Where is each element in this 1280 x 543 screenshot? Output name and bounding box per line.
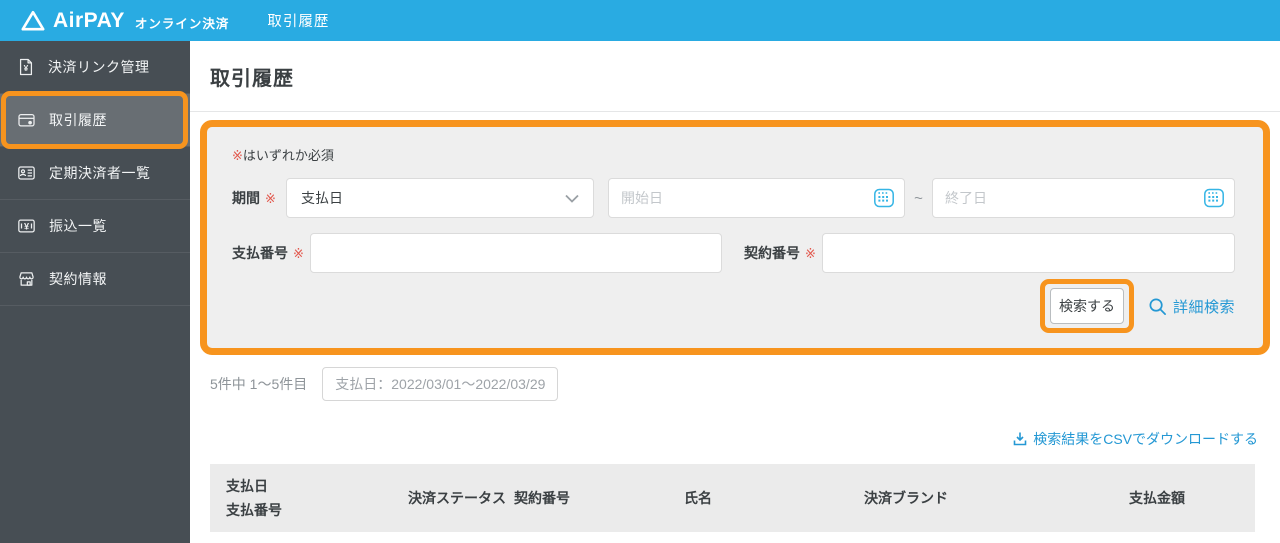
sidebar-item-contract-info[interactable]: 契約情報 bbox=[0, 253, 190, 306]
start-date-input[interactable] bbox=[608, 178, 905, 218]
csv-download-link[interactable]: 検索結果をCSVでダウンロードする bbox=[1012, 429, 1258, 449]
contract-number-input[interactable] bbox=[822, 233, 1235, 273]
sidebar-item-label: 振込一覧 bbox=[49, 218, 107, 234]
results-table-header: 支払日 支払番号 決済ステータス 契約番号 氏名 決済ブランド 支払金額 bbox=[210, 464, 1255, 532]
search-icon bbox=[1148, 297, 1167, 316]
search-button[interactable]: 検索する bbox=[1039, 279, 1134, 333]
payment-link-icon: ¥ bbox=[16, 57, 36, 77]
search-panel: ※はいずれか必須 期間 ※ 支払日 開始日 ~ 終了日 支払番号 ※ 契約番号 … bbox=[200, 120, 1270, 355]
required-note-text: はいずれか必須 bbox=[242, 148, 334, 163]
numbers-row: 支払番号 ※ 契約番号 ※ bbox=[232, 233, 1235, 273]
subscriber-card-icon bbox=[16, 163, 37, 183]
credit-card-icon bbox=[16, 110, 37, 130]
page-header: 取引履歴 bbox=[190, 41, 1280, 112]
download-icon bbox=[1012, 431, 1028, 447]
period-label: 期間 bbox=[232, 190, 260, 206]
payment-number-label-box: 支払番号 ※ bbox=[232, 243, 310, 263]
actions-row: 検索する 詳細検索 bbox=[232, 279, 1235, 333]
search-button-highlight bbox=[1039, 279, 1134, 333]
column-header-payment-status: 決済ステータス bbox=[408, 490, 506, 506]
airpay-logo[interactable]: AirPAY オンライン決済 bbox=[20, 9, 229, 33]
airpay-triangle-icon bbox=[20, 10, 46, 32]
sidebar-item-label: 契約情報 bbox=[49, 271, 107, 287]
contract-number-label-box: 契約番号 ※ bbox=[744, 243, 822, 263]
column-header-payment-date-number: 支払日 支払番号 bbox=[226, 478, 282, 518]
svg-text:¥: ¥ bbox=[24, 221, 30, 231]
column-header-name: 氏名 bbox=[684, 490, 712, 506]
sidebar-item-transaction-history[interactable]: 取引履歴 bbox=[0, 91, 190, 149]
advanced-search-link[interactable]: 詳細検索 bbox=[1148, 296, 1235, 317]
yen-note-icon: ¥ bbox=[16, 216, 37, 236]
csv-row: 検索結果をCSVでダウンロードする bbox=[190, 429, 1258, 449]
storefront-icon bbox=[16, 269, 37, 289]
sidebar-item-label: 決済リンク管理 bbox=[48, 59, 150, 75]
contract-number-required-mark: ※ bbox=[805, 246, 816, 261]
topnav-transaction-history[interactable]: 取引履歴 bbox=[267, 10, 329, 31]
column-header-payment-amount: 支払金額 bbox=[1129, 490, 1185, 506]
period-type-selected-value: 支払日 bbox=[301, 190, 343, 206]
sidebar: ¥ 決済リンク管理 取引履歴 定期決済者一覧 ¥ 振込一覧 契約情報 bbox=[0, 41, 190, 543]
contract-number-label: 契約番号 bbox=[744, 245, 800, 261]
payment-number-required-mark: ※ bbox=[293, 246, 304, 261]
date-range-separator: ~ bbox=[914, 189, 923, 207]
required-note: ※はいずれか必須 bbox=[232, 145, 1235, 163]
column-header-contract-number: 契約番号 bbox=[514, 490, 570, 506]
sidebar-item-transfers[interactable]: ¥ 振込一覧 bbox=[0, 200, 190, 253]
start-date-wrap bbox=[608, 178, 905, 218]
period-required-mark: ※ bbox=[265, 191, 276, 206]
sidebar-item-label: 定期決済者一覧 bbox=[49, 165, 151, 181]
payment-number-label: 支払番号 bbox=[232, 245, 288, 261]
sidebar-item-label: 取引履歴 bbox=[49, 112, 107, 128]
brand-name: AirPAY bbox=[53, 8, 125, 32]
period-type-select[interactable]: 支払日 bbox=[286, 178, 594, 218]
results-summary: 5件中 1〜5件目 支払日：2022/03/01〜2022/03/29 bbox=[210, 367, 1280, 401]
period-label-box: 期間 ※ bbox=[232, 188, 286, 208]
period-row: 期間 ※ 支払日 開始日 ~ 終了日 bbox=[232, 178, 1235, 218]
results-count: 5件中 1〜5件目 bbox=[210, 376, 308, 392]
end-date-input[interactable] bbox=[932, 178, 1235, 218]
brand-subtitle: オンライン決済 bbox=[134, 17, 230, 31]
payment-number-input[interactable] bbox=[310, 233, 722, 273]
topbar: AirPAY オンライン決済 取引履歴 bbox=[0, 0, 1280, 41]
chevron-down-icon bbox=[565, 194, 579, 203]
end-date-wrap bbox=[932, 178, 1235, 218]
sidebar-item-payment-links[interactable]: ¥ 決済リンク管理 bbox=[0, 41, 190, 94]
main-content: 取引履歴 ※はいずれか必須 期間 ※ 支払日 開始日 ~ 終了日 支払番号 ※ … bbox=[190, 41, 1280, 543]
page-title: 取引履歴 bbox=[210, 67, 294, 90]
advanced-search-label: 詳細検索 bbox=[1172, 298, 1235, 316]
filter-badge: 支払日：2022/03/01〜2022/03/29 bbox=[322, 367, 559, 401]
column-header-payment-brand: 決済ブランド bbox=[864, 490, 948, 506]
csv-download-label: 検索結果をCSVでダウンロードする bbox=[1033, 431, 1258, 447]
sidebar-item-subscribers[interactable]: 定期決済者一覧 bbox=[0, 147, 190, 200]
required-note-mark: ※ bbox=[232, 148, 243, 163]
svg-text:¥: ¥ bbox=[24, 63, 29, 73]
